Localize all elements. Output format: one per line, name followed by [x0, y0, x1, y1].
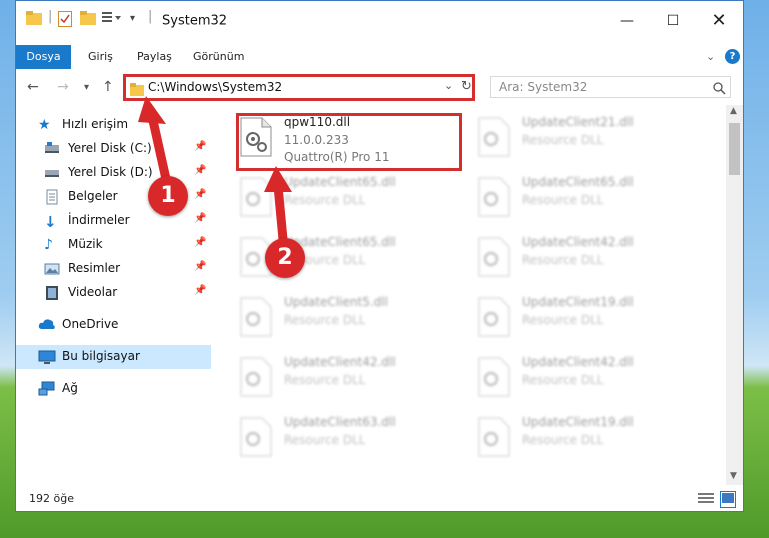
step-marker-1: 1 [148, 176, 188, 216]
annotation-layer [138, 96, 292, 255]
step-marker-2: 2 [265, 238, 305, 278]
arrow-1 [138, 96, 173, 193]
